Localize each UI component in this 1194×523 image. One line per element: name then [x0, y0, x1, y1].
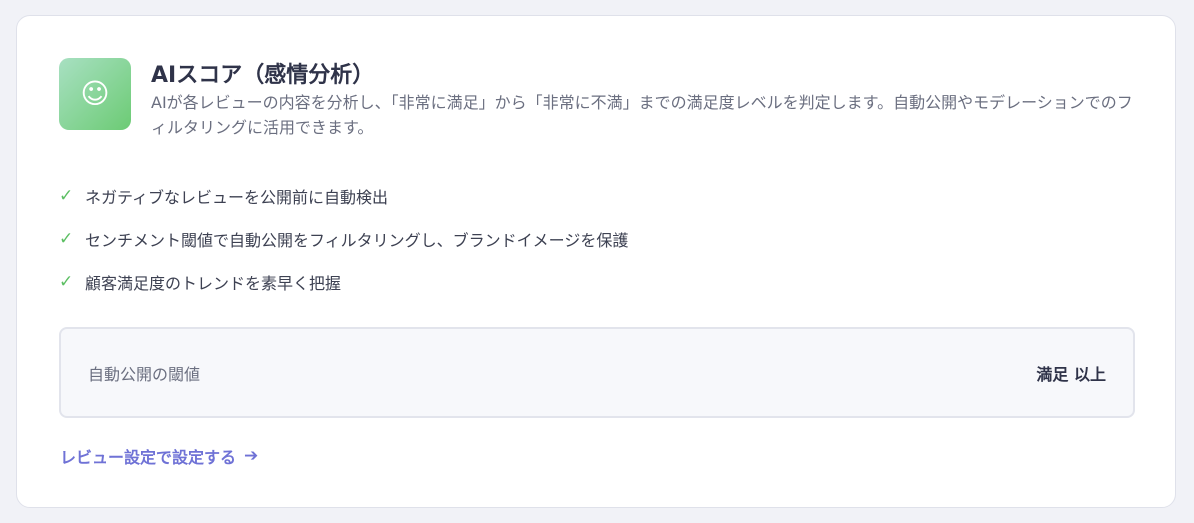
check-icon: ✓: [59, 185, 74, 206]
feature-icon-tile: ☺: [59, 58, 131, 130]
benefit-text: センチメント閾値で自動公開をフィルタリングし、ブランドイメージを保護: [85, 230, 629, 250]
feature-title: AIスコア（感情分析）: [151, 63, 375, 88]
benefit-item: ✓ 顧客満足度のトレンドを素早く把握: [59, 260, 628, 303]
check-icon: ✓: [59, 228, 74, 249]
smiley-face-icon: ☺: [80, 77, 110, 110]
ai-score-card: ☺ AIスコア（感情分析） AIが各レビューの内容を分析し、「非常に満足」から「…: [16, 15, 1176, 508]
arrow-right-icon: ➔: [244, 446, 259, 466]
auto-publish-threshold-box: 自動公開の閾値 満足 以上: [59, 327, 1135, 418]
check-icon: ✓: [59, 271, 74, 292]
threshold-label: 自動公開の閾値: [88, 364, 201, 384]
benefit-text: 顧客満足度のトレンドを素早く把握: [85, 273, 342, 293]
feature-description: AIが各レビューの内容を分析し、「非常に満足」から「非常に不満」までの満足度レベ…: [151, 93, 1133, 137]
threshold-value: 満足 以上: [1036, 364, 1106, 384]
benefit-list: ✓ ネガティブなレビューを公開前に自動検出 ✓ センチメント閾値で自動公開をフィ…: [59, 174, 628, 303]
benefit-item: ✓ ネガティブなレビューを公開前に自動検出: [59, 174, 628, 217]
review-settings-link[interactable]: レビュー設定で設定する ➔: [60, 444, 258, 468]
benefit-item: ✓ センチメント閾値で自動公開をフィルタリングし、ブランドイメージを保護: [59, 217, 628, 260]
benefit-text: ネガティブなレビューを公開前に自動検出: [85, 187, 389, 207]
review-settings-link-label: レビュー設定で設定する: [60, 448, 237, 467]
